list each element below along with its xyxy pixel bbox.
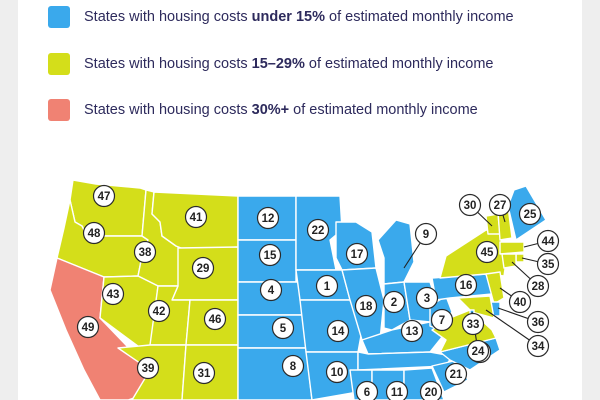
rank-badge-vt: 30 [458,193,482,217]
rank-badge-co: 46 [203,307,227,331]
rank-badge-label: 25 [524,209,537,221]
rank-badge-mn: 22 [306,218,330,242]
rank-badge-nd: 12 [256,206,280,230]
rank-badge-label: 40 [514,297,527,309]
state-ma [499,241,525,255]
rank-badge-label: 14 [332,326,345,338]
rank-badge-label: 16 [460,280,473,292]
rank-badge-label: 34 [532,341,545,353]
rank-badge-wv: 7 [430,308,454,332]
rank-badge-label: 47 [98,191,111,203]
us-map: 47484938434129424639 31121545822114101718… [49,179,560,400]
state-ct [501,253,517,269]
rank-badge-ut: 42 [147,299,171,323]
rank-badge-ny: 45 [475,240,499,264]
rank-badge-label: 20 [425,387,438,399]
rank-badge-nj: 40 [508,290,532,314]
rank-badge-label: 44 [542,236,555,248]
rank-badge-label: 2 [391,297,397,309]
rank-badge-label: 18 [360,301,373,313]
rank-badge-label: 46 [209,314,222,326]
rank-badge-label: 11 [391,387,404,399]
rank-badge-al: 11 [385,380,409,400]
state-mi [377,219,415,285]
rank-badge-ar: 10 [325,360,349,384]
rank-badge-label: 1 [324,281,331,293]
rank-badge-label: 8 [290,361,297,373]
rank-badge-mo: 14 [326,319,350,343]
rank-badge-label: 36 [532,317,545,329]
rank-badge-ma: 44 [536,229,560,253]
rank-badge-label: 15 [264,250,277,262]
rank-badge-label: 22 [312,225,325,237]
rank-badge-label: 4 [268,285,275,297]
rank-badge-sc: 21 [444,362,468,386]
rank-badge-wi: 17 [345,242,369,266]
rank-badge-ne: 4 [259,278,283,302]
rank-badge-or: 48 [82,221,106,245]
rank-badge-ks: 5 [271,316,295,340]
rank-badge-label: 38 [139,247,152,259]
rank-badge-label: 12 [262,213,275,225]
rank-badge-label: 7 [439,315,445,327]
rank-badge-ms: 6 [355,380,379,400]
rank-badge-il: 18 [354,294,378,318]
rank-badge-label: 9 [423,229,429,241]
rank-badge-label: 27 [494,200,507,212]
rank-badge-label: 13 [406,326,419,338]
rank-badge-sd: 15 [258,243,282,267]
rank-badge-ca: 49 [76,315,100,339]
rank-badge-label: 21 [450,369,463,381]
rank-badge-de: 36 [526,310,550,334]
rank-badge-label: 29 [197,263,210,275]
rank-badge-label: 49 [82,322,95,334]
rank-badge-pa: 16 [454,273,478,297]
rank-badge-in: 2 [382,290,406,314]
rank-badge-ct: 28 [526,274,550,298]
rank-badge-label: 24 [472,346,485,358]
rank-badge-label: 6 [364,387,370,399]
rank-badge-label: 48 [88,228,101,240]
state-ks [237,314,307,349]
rank-badge-label: 31 [198,368,211,380]
rank-badge-label: 39 [142,363,155,375]
rank-badge-me: 25 [518,202,542,226]
rank-badge-ri: 35 [536,252,560,276]
rank-badge-label: 35 [542,259,555,271]
rank-badge-label: 5 [280,323,287,335]
rank-badge-label: 28 [532,281,545,293]
rank-badge-label: 42 [153,306,166,318]
rank-badge-ia: 1 [315,274,339,298]
rank-badge-label: 10 [331,367,344,379]
rank-badge-mi: 9 [414,222,438,246]
rank-badge-label: 45 [481,247,494,259]
rank-badge-ok: 8 [281,354,305,378]
rank-badge-ky: 13 [400,319,424,343]
rank-badge-nv: 43 [101,282,125,306]
rank-badge-dc: 24 [466,339,490,363]
rank-badge-oh: 3 [415,286,439,310]
state-ok [237,347,313,400]
rank-badge-label: 43 [107,289,120,301]
rank-badge-wy: 29 [191,256,215,280]
rank-badge-ga: 20 [419,380,443,400]
rank-badge-label: 41 [190,212,203,224]
rank-badge-md: 34 [526,334,550,358]
rank-badge-label: 33 [467,319,480,331]
rank-badge-label: 3 [424,293,430,305]
rank-badge-label: 30 [464,200,477,212]
rank-badge-label: 17 [351,249,364,261]
rank-badge-az: 39 [136,356,160,380]
rank-badge-nh: 27 [488,193,512,217]
rank-badge-id: 38 [133,240,157,264]
rank-badge-wa: 47 [92,184,116,208]
rank-badge-nm: 31 [192,361,216,385]
rank-badge-mt: 41 [184,205,208,229]
rank-badge-va: 33 [461,312,485,336]
